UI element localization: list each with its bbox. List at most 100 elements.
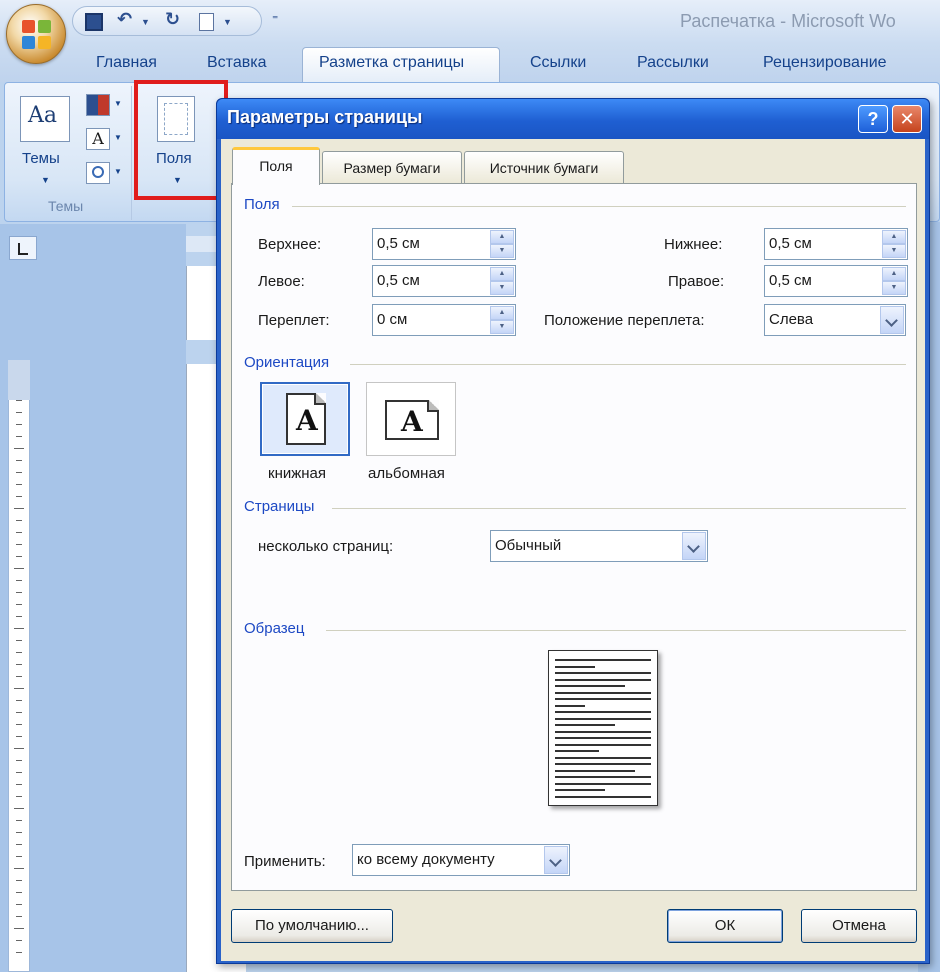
theme-effects-icon[interactable] [86,162,110,184]
spin-up-icon[interactable]: ▲ [882,230,906,244]
preview-text-line [555,678,651,681]
ruler-tick [16,400,22,401]
preview-text-line [555,763,651,765]
bottom-margin-input[interactable]: 0,5 см ▲ ▼ [764,228,908,260]
dropdown-icon[interactable]: ▼ [141,17,159,35]
preview-text-line [555,769,635,772]
customize-qat-icon[interactable]: ⁼ [272,12,278,26]
gutter-position-label: Положение переплета: [544,312,705,329]
preview-text-line [555,685,625,687]
tab-paper-size[interactable]: Размер бумаги [322,151,462,183]
preview-text-line [555,782,651,785]
chevron-down-icon[interactable] [682,532,706,560]
tab-review[interactable]: Рецензирование [763,54,887,72]
quick-access-toolbar: ↶ ▼ ↻ ▼ [72,6,262,36]
chevron-down-icon: ▼ [114,99,122,108]
spin-down-icon[interactable]: ▼ [882,281,906,295]
document-icon[interactable] [199,13,214,31]
theme-colors-icon[interactable] [86,94,110,116]
right-margin-input[interactable]: 0,5 см ▲ ▼ [764,265,908,297]
tab-insert[interactable]: Вставка [207,54,266,72]
gutter-input[interactable]: 0 см ▲ ▼ [372,304,516,336]
preview-text-line [555,756,651,759]
top-margin-input[interactable]: 0,5 см ▲ ▼ [372,228,516,260]
preview-section-title: Образец [244,620,305,637]
spin-down-icon[interactable]: ▼ [490,281,514,295]
apply-to-label: Применить: [244,853,326,870]
help-button[interactable]: ? [858,105,888,133]
ruler-tick [14,688,24,689]
spin-up-icon[interactable]: ▲ [490,306,514,320]
dropdown-icon[interactable]: ▼ [223,17,241,35]
theme-fonts-icon[interactable]: A [86,128,110,150]
right-margin-label: Правое: [668,273,725,290]
dialog-titlebar[interactable]: Параметры страницы ? ✕ [217,99,929,139]
portrait-label[interactable]: книжная [268,465,326,482]
cancel-button[interactable]: Отмена [801,909,917,943]
ruler-tick [16,952,22,953]
left-margin-input[interactable]: 0,5 см ▲ ▼ [372,265,516,297]
spin-down-icon[interactable]: ▼ [882,244,906,258]
apply-to-select[interactable]: ко всему документу [352,844,570,876]
tab-selector-icon[interactable] [9,236,37,260]
themes-icon[interactable]: Aa [20,96,70,142]
landscape-page-icon: A [385,400,439,440]
portrait-option[interactable]: A [260,382,350,456]
gutter-label: Переплет: [258,312,330,329]
ruler-tick [14,448,24,449]
preview-text-line [555,743,651,746]
apply-to-value: ко всему документу [357,851,495,868]
close-button[interactable]: ✕ [892,105,922,133]
themes-button-label[interactable]: Темы [22,150,60,167]
ruler-tick [16,760,22,761]
ruler-tick [16,832,22,833]
redo-icon[interactable]: ↻ [165,9,183,29]
undo-icon[interactable]: ↶ [117,9,135,29]
gutter-position-select[interactable]: Слева [764,304,906,336]
spin-up-icon[interactable]: ▲ [490,267,514,281]
office-button[interactable] [6,4,66,64]
ruler-tick [16,544,22,545]
section-divider [326,630,906,631]
top-margin-label: Верхнее: [258,236,322,253]
chevron-down-icon[interactable] [880,306,904,334]
preview-text-line [555,665,595,668]
spin-down-icon[interactable]: ▼ [490,244,514,258]
multiple-pages-label: несколько страниц: [258,538,394,555]
tab-margins[interactable]: Поля [232,147,320,185]
chevron-down-icon[interactable] [544,846,568,874]
left-margin-label: Левое: [258,273,305,290]
tab-references[interactable]: Ссылки [530,54,586,72]
ruler-tick [16,916,22,917]
spin-down-icon[interactable]: ▼ [490,320,514,334]
landscape-label[interactable]: альбомная [368,465,445,482]
ruler-tick [16,904,22,905]
ruler-tick [16,676,22,677]
ruler-tick [16,412,22,413]
ruler-tick [16,460,22,461]
ruler-tick [16,520,22,521]
tab-home[interactable]: Главная [96,54,157,72]
preview-text-line [555,659,651,661]
preview-text-line [555,698,651,700]
bottom-margin-value: 0,5 см [769,235,812,252]
default-button[interactable]: По умолчанию... [231,909,393,943]
ruler-tick [14,508,24,509]
page-setup-dialog: Параметры страницы ? ✕ Поля Размер бумаг… [216,98,930,964]
tab-mailings[interactable]: Рассылки [637,54,709,72]
save-icon[interactable] [85,13,103,31]
tab-page-layout[interactable]: Разметка страницы [319,54,464,72]
preview-text-line [555,717,651,720]
spin-up-icon[interactable]: ▲ [490,230,514,244]
bottom-margin-label: Нижнее: [664,236,723,253]
ruler-tick [14,868,24,869]
preview-text-line [555,730,651,733]
ok-button[interactable]: ОК [667,909,783,943]
preview-text-line [555,795,651,798]
tab-paper-source[interactable]: Источник бумаги [464,151,624,183]
spin-up-icon[interactable]: ▲ [882,267,906,281]
ruler-tick [16,580,22,581]
portrait-page-icon: A [286,393,326,445]
landscape-option[interactable]: A [366,382,456,456]
multiple-pages-select[interactable]: Обычный [490,530,708,562]
